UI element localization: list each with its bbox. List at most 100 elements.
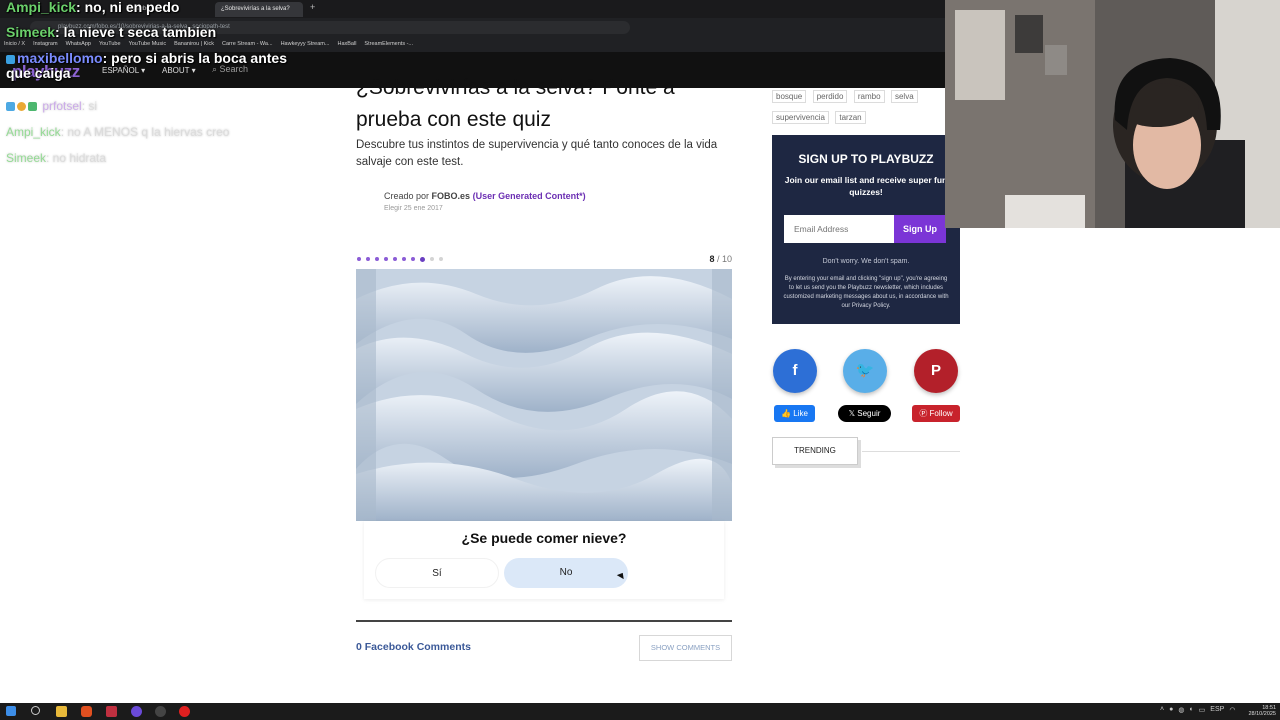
pinterest-share-button[interactable]: P: [914, 349, 958, 393]
chat-message: Ampi_kick: no A MENOS q la hiervas creo: [6, 125, 229, 139]
tag-list: bosque perdido rambo selva supervivencia…: [772, 86, 962, 128]
facebook-share-button[interactable]: f: [773, 349, 817, 393]
tag-item[interactable]: tarzan: [835, 111, 866, 124]
author-prefix: Creado por: [384, 191, 430, 201]
chat-text: : la nieve t seca tambien: [55, 24, 217, 40]
snow-image: [356, 269, 732, 521]
facebook-icon: f: [792, 362, 798, 379]
bookmark-item[interactable]: HaxBall: [337, 38, 356, 50]
progress-dots: [357, 256, 443, 262]
title-line: prueba con este quiz: [356, 108, 551, 131]
trending-divider: [862, 451, 960, 452]
chevron-up-icon[interactable]: ˄: [1160, 706, 1164, 714]
bookmark-item[interactable]: StreamElements -...: [364, 38, 413, 50]
search-icon[interactable]: [31, 706, 40, 715]
obs-icon[interactable]: [155, 706, 166, 717]
progress-dot: [411, 257, 415, 261]
clock-date: 28/10/2025: [1248, 711, 1276, 717]
tag-item[interactable]: bosque: [772, 90, 807, 103]
tag-item[interactable]: rambo: [853, 90, 885, 103]
volume-icon[interactable]: ◐: [1189, 706, 1193, 714]
network-icon[interactable]: ◍: [1178, 706, 1184, 714]
author-tag[interactable]: (User Generated Content*): [473, 191, 586, 201]
start-icon[interactable]: [6, 706, 16, 716]
chat-username: maxibellomo: [17, 50, 103, 66]
twitter-share-button[interactable]: 🐦: [843, 349, 887, 393]
progress-dot: [357, 257, 361, 261]
chat-message: maxibellomo: pero si abris la boca antes…: [6, 51, 287, 81]
article-title: ¿Sobrevivirías a la selva? Ponte a prueb…: [356, 72, 726, 136]
progress-dot: [393, 257, 397, 261]
comments-divider: [356, 620, 732, 622]
progress-dot-current: [420, 256, 425, 262]
clock[interactable]: 18:51 28/10/2025: [1248, 705, 1276, 717]
webcam-feed: [945, 0, 1280, 228]
tag-item[interactable]: perdido: [812, 90, 848, 103]
app-icon[interactable]: [106, 706, 117, 717]
chat-message: Simeek: la nieve t seca tambien: [6, 24, 216, 40]
badge-icon: [6, 102, 15, 112]
chat-username: Simeek: [6, 151, 47, 165]
language-indicator[interactable]: ESP: [1210, 706, 1224, 714]
answer-si-button[interactable]: Sí: [375, 558, 499, 588]
signup-text: Join our email list and receive super fu…: [784, 175, 948, 197]
author-line: Creado por FOBO.es (User Generated Conte…: [384, 191, 586, 201]
progress-dot: [366, 257, 370, 261]
facebook-like-button[interactable]: 👍 Like: [774, 405, 815, 422]
record-icon[interactable]: [179, 706, 190, 717]
email-field[interactable]: [784, 215, 894, 243]
x-follow-button[interactable]: 𝕏 Seguir: [838, 405, 891, 422]
progress-dot: [439, 257, 443, 261]
article-description: Descubre tus instintos de supervivencia …: [356, 139, 718, 168]
title-line: ¿Sobrevivirías a la selva? Ponte a: [356, 76, 675, 99]
tag-item[interactable]: selva: [890, 90, 918, 103]
new-tab-button[interactable]: +: [310, 2, 315, 12]
answer-no-button[interactable]: No: [504, 558, 628, 588]
chat-username: Ampi_kick: [6, 125, 61, 139]
discord-icon[interactable]: [131, 706, 142, 717]
signup-button[interactable]: Sign Up: [894, 215, 946, 243]
badge-icon: [28, 102, 37, 112]
badge-icon: [17, 102, 26, 112]
counter-total: / 10: [714, 254, 732, 264]
pinterest-icon: P: [930, 362, 941, 379]
wifi-icon[interactable]: ◠: [1229, 706, 1235, 714]
progress-dot: [375, 257, 379, 261]
chat-message: prfotsel: si: [6, 99, 97, 113]
badge-icon: [6, 54, 15, 64]
system-tray: ˄ ● ◍ ◐ ▭ ESP ◠: [1160, 706, 1235, 714]
trending-heading[interactable]: TRENDING: [772, 437, 858, 465]
microphone-icon[interactable]: ●: [1169, 706, 1173, 714]
snow-illustration: [356, 269, 732, 521]
webcam-overlay: [945, 0, 1280, 228]
newsletter-signup: SIGN UP TO PLAYBUZZ Join our email list …: [772, 135, 960, 324]
question-card: ¿Se puede comer nieve? Sí No: [364, 521, 724, 599]
tab-quiz[interactable]: ¿Sobrevivirías a la selva?: [215, 2, 303, 17]
signup-title: SIGN UP TO PLAYBUZZ: [798, 152, 934, 166]
bookmark-item[interactable]: Carre Stream - Wa...: [222, 38, 273, 50]
signup-fine-print: By entering your email and clicking "sig…: [783, 276, 949, 309]
chat-text: : no A MENOS q la hiervas creo: [60, 125, 230, 139]
chat-message: Ampi_kick: no, ni en pedo: [6, 0, 179, 15]
facebook-comments-count[interactable]: 0 Facebook Comments: [356, 641, 471, 653]
file-explorer-icon[interactable]: [56, 706, 67, 717]
twitter-icon: 🐦: [855, 362, 875, 379]
author-name[interactable]: FOBO.es: [432, 191, 471, 201]
screen: YouTube ¿Sobrevivirías a la selva? + pla…: [0, 0, 1280, 720]
chat-text: : no, ni en pedo: [76, 0, 180, 15]
article-date: Elegir 25 ene 2017: [384, 205, 443, 212]
bookmark-item[interactable]: Hawkeyyy Stream...: [281, 38, 330, 50]
no-spam-note: Don't worry. We don't spam.: [822, 258, 910, 265]
chat-message: Simeek: no hidrata: [6, 151, 106, 165]
progress-dot: [430, 257, 434, 261]
pinterest-follow-button[interactable]: Ⓟ Follow: [912, 405, 960, 422]
show-comments-button[interactable]: SHOW COMMENTS: [639, 635, 732, 661]
progress-dot: [402, 257, 406, 261]
windows-taskbar: ˄ ● ◍ ◐ ▭ ESP ◠ 18:51 28/10/2025: [0, 703, 1280, 720]
chat-text: : si: [81, 99, 98, 113]
chat-username: prfotsel: [42, 99, 82, 113]
tag-item[interactable]: supervivencia: [772, 111, 829, 124]
brave-icon[interactable]: [81, 706, 92, 717]
battery-icon[interactable]: ▭: [1199, 706, 1206, 714]
chat-username: Ampi_kick: [6, 0, 77, 15]
